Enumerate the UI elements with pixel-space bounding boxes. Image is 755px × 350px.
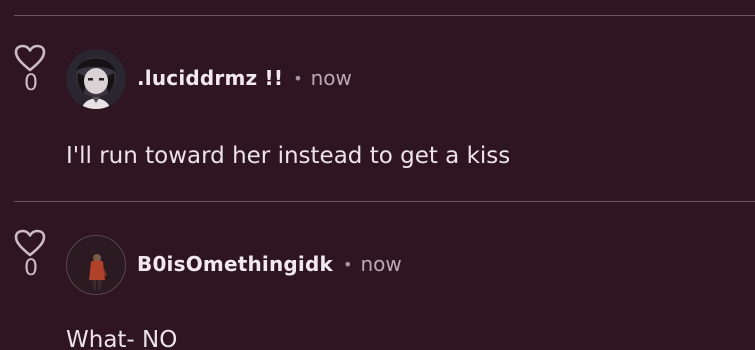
avatar[interactable] [66, 235, 126, 295]
comment-meta: .luciddrmz !! • now [137, 66, 352, 90]
like-count: 0 [24, 71, 38, 96]
username[interactable]: B0isOmethingidk [137, 252, 333, 276]
heart-outline-icon[interactable] [14, 229, 46, 257]
separator-dot: • [293, 68, 303, 88]
comment-text: I'll run toward her instead to get a kis… [66, 143, 511, 169]
comment-text: What- NO [66, 327, 178, 350]
like-control[interactable]: 0 [14, 229, 48, 281]
separator-dot: • [343, 254, 353, 274]
heart-outline-icon[interactable] [14, 44, 46, 72]
divider [14, 201, 755, 202]
comment-feed: 0 .luciddrmz !! • now I'll run toward he… [0, 0, 755, 350]
divider [14, 15, 755, 16]
timestamp: now [310, 66, 352, 90]
like-control[interactable]: 0 [14, 44, 48, 96]
like-count: 0 [24, 256, 38, 281]
timestamp: now [360, 252, 402, 276]
avatar[interactable] [66, 49, 126, 109]
username[interactable]: .luciddrmz !! [137, 66, 283, 90]
comment-meta: B0isOmethingidk • now [137, 252, 402, 276]
